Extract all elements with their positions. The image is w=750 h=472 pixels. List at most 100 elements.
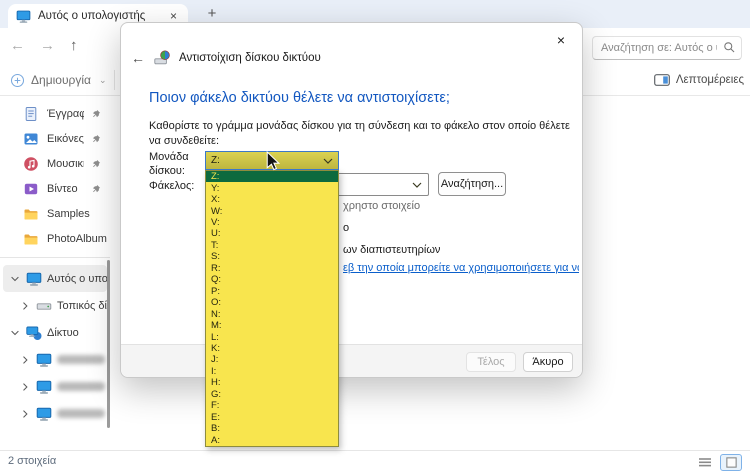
chevron-right-icon[interactable]: [19, 408, 31, 420]
new-button[interactable]: Δημιουργία ⌄: [10, 69, 106, 91]
drive-option[interactable]: T:: [206, 240, 338, 251]
drive-option[interactable]: G:: [206, 389, 338, 400]
sidebar-item-icon: [23, 106, 39, 122]
chevron-down-icon[interactable]: [9, 327, 21, 339]
sidebar-item-icon: [23, 156, 39, 172]
sidebar-item-label: Εικόνες: [47, 132, 84, 145]
forward-button[interactable]: →: [40, 37, 55, 55]
search-icon: [723, 41, 736, 54]
pinned-items-list: Έγγραφα Εικόνες Μουσική Βίντε: [0, 96, 110, 251]
search-input[interactable]: [592, 36, 742, 60]
tree-items-list: Αυτός ο υπολογ Τοπικός δίσκο Δίκτυο: [0, 265, 110, 427]
drive-option[interactable]: F:: [206, 400, 338, 411]
drive-option[interactable]: R:: [206, 263, 338, 274]
dialog-close-button[interactable]: ×: [552, 30, 570, 50]
tree-item[interactable]: Αυτός ο υπολογ: [3, 265, 107, 292]
drive-option[interactable]: Z:: [206, 171, 338, 183]
tab-title: Αυτός ο υπολογιστής: [38, 10, 146, 22]
chevron-down-icon[interactable]: [9, 273, 21, 285]
tree-item[interactable]: [3, 400, 107, 427]
pin-icon[interactable]: [92, 134, 102, 144]
pin-icon[interactable]: [92, 184, 102, 194]
tree-item-label: Δίκτυο: [47, 326, 79, 339]
tree-item-icon: [36, 406, 52, 422]
example-text-fragment: χρηστο στοιχείο: [343, 200, 421, 212]
drive-option[interactable]: A:: [206, 434, 338, 446]
drive-letter-dropdown-list: Z: Y: X: W: V: U: T: S: R: Q: P: O: N: M…: [205, 170, 339, 447]
up-button[interactable]: ↑: [70, 37, 78, 55]
sidebar-item-label: Samples: [47, 207, 90, 220]
tree-item[interactable]: [3, 346, 107, 373]
dialog-description: Καθορίστε το γράμμα μονάδας δίσκου για τ…: [149, 120, 570, 148]
tree-item-label: Τοπικός δίσκο: [57, 299, 107, 312]
drive-option[interactable]: W:: [206, 205, 338, 217]
drive-option[interactable]: U:: [206, 228, 338, 239]
large-icons-view-toggle[interactable]: [720, 454, 742, 471]
chevron-right-icon[interactable]: [19, 381, 31, 393]
sidebar-item[interactable]: Samples: [0, 201, 110, 226]
sidebar-scrollbar[interactable]: [107, 260, 110, 428]
sidebar-item-label: PhotoAlbum: [47, 232, 107, 245]
dialog-back-button[interactable]: ←: [131, 50, 145, 66]
tree-item[interactable]: [3, 373, 107, 400]
sidebar-item[interactable]: PhotoAlbum: [0, 226, 110, 251]
drive-option[interactable]: M:: [206, 320, 338, 331]
sidebar-item-icon: [23, 181, 39, 197]
reconnect-text-fragment: ο: [343, 222, 350, 234]
toolbar-separator: [114, 70, 115, 90]
navigation-sidebar: Έγγραφα Εικόνες Μουσική Βίντε: [0, 96, 110, 450]
chevron-right-icon[interactable]: [19, 300, 31, 312]
items-count: 2 στοιχεία: [8, 455, 57, 467]
sidebar-divider: [0, 257, 110, 258]
tree-item-icon: [36, 298, 52, 314]
drive-option[interactable]: B:: [206, 423, 338, 434]
drive-option[interactable]: Y:: [206, 182, 338, 194]
pin-icon[interactable]: [92, 109, 102, 119]
details-pane-button[interactable]: Λεπτομέρειες: [654, 69, 744, 91]
redacted-label: [57, 355, 105, 364]
drive-option[interactable]: N:: [206, 308, 338, 320]
chevron-down-icon: ⌄: [98, 74, 107, 85]
web-link-fragment[interactable]: εβ την οποία μπορείτε να χρησιμοποιήσετε…: [343, 262, 579, 274]
status-bar: 2 στοιχεία: [0, 450, 750, 472]
drive-option[interactable]: V:: [206, 217, 338, 228]
tree-item[interactable]: Δίκτυο: [3, 319, 107, 346]
cancel-button[interactable]: Άκυρο: [523, 352, 573, 372]
drive-option[interactable]: P:: [206, 286, 338, 297]
tree-item-icon: [36, 352, 52, 368]
tree-item-icon: [26, 325, 42, 341]
drive-option[interactable]: H:: [206, 377, 338, 388]
sidebar-item[interactable]: Μουσική: [0, 151, 110, 176]
drive-option[interactable]: Q:: [206, 274, 338, 285]
finish-button[interactable]: Τέλος: [466, 352, 516, 372]
drive-option[interactable]: I:: [206, 366, 338, 377]
drive-option[interactable]: E:: [206, 412, 338, 423]
drive-option[interactable]: J:: [206, 354, 338, 365]
drive-option[interactable]: S:: [206, 251, 338, 262]
sidebar-item-icon: [23, 131, 39, 147]
map-network-drive-icon: [154, 50, 170, 66]
tree-item-icon: [36, 379, 52, 395]
chevron-right-icon[interactable]: [19, 354, 31, 366]
drive-option[interactable]: O:: [206, 297, 338, 308]
list-view-toggle[interactable]: [698, 457, 712, 469]
drive-label: Μονάδα δίσκου:: [149, 151, 189, 177]
sidebar-item-label: Έγγραφα: [47, 107, 84, 120]
drive-option[interactable]: L:: [206, 331, 338, 343]
tab-close-button[interactable]: ×: [167, 9, 180, 23]
sidebar-item[interactable]: Εικόνες: [0, 126, 110, 151]
sidebar-item[interactable]: Βίντεο: [0, 176, 110, 201]
back-button[interactable]: ←: [10, 37, 25, 55]
chevron-down-icon[interactable]: [412, 182, 422, 188]
tree-item[interactable]: Τοπικός δίσκο: [3, 292, 107, 319]
drive-option[interactable]: K:: [206, 343, 338, 354]
sidebar-item[interactable]: Έγγραφα: [0, 101, 110, 126]
search-box: [592, 36, 742, 60]
pin-icon[interactable]: [92, 159, 102, 169]
file-explorer-window: Αυτός ο υπολογιστής × + ← → ↑ Δημιουργία…: [0, 0, 750, 472]
browse-button[interactable]: Αναζήτηση...: [438, 172, 506, 196]
new-button-label: Δημιουργία: [31, 73, 91, 87]
sidebar-item-icon: [23, 231, 39, 247]
drive-option[interactable]: X:: [206, 194, 338, 205]
dialog-footer: Τέλος Άκυρο: [121, 344, 582, 377]
